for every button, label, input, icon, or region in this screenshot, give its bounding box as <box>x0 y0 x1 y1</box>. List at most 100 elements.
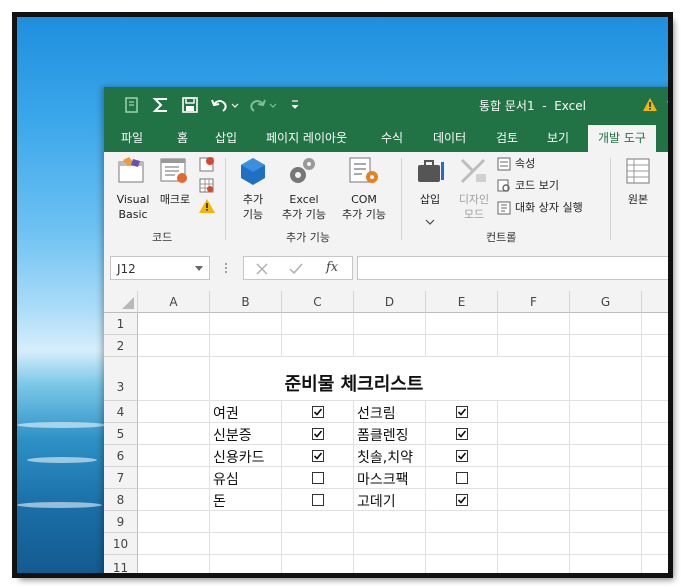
account-name: w <box>667 97 668 111</box>
macro-button[interactable]: 매크로 <box>155 192 195 207</box>
select-all-icon <box>122 297 134 309</box>
row-header[interactable]: 5 <box>104 423 138 445</box>
resize-handle-icon[interactable] <box>224 262 228 274</box>
tab-file[interactable]: 파일 <box>121 129 143 146</box>
customize-toolbar-icon[interactable] <box>290 99 300 111</box>
row-header[interactable]: 6 <box>104 445 138 467</box>
row-header[interactable]: 9 <box>104 511 138 533</box>
checkbox[interactable] <box>456 472 468 484</box>
warning-icon[interactable] <box>642 97 658 112</box>
checkbox[interactable] <box>456 450 468 462</box>
formula-bar: J12 fx <box>104 246 668 291</box>
item-cell[interactable]: 마스크팩 <box>357 469 409 489</box>
macro-icon[interactable] <box>159 156 189 184</box>
checkmark-icon <box>457 430 467 438</box>
column-header[interactable]: C <box>282 291 354 313</box>
checkbox[interactable] <box>312 406 324 418</box>
tab-insert[interactable]: 삽입 <box>215 129 237 146</box>
column-header[interactable] <box>642 291 668 313</box>
row-header[interactable]: 3 <box>104 357 138 401</box>
design-mode-icon[interactable] <box>458 156 490 186</box>
redo-icon[interactable] <box>248 96 278 114</box>
row-header[interactable]: 7 <box>104 467 138 489</box>
item-cell[interactable]: 고데기 <box>357 491 396 511</box>
view-code-icon <box>497 179 510 192</box>
item-cell[interactable]: 신용카드 <box>213 447 265 467</box>
insert-control-button[interactable]: 삽입 <box>410 192 450 207</box>
name-box-value: J12 <box>117 262 136 276</box>
sum-icon[interactable] <box>152 96 170 114</box>
wave-highlight <box>27 457 97 463</box>
checkbox[interactable] <box>312 450 324 462</box>
row-header[interactable]: 1 <box>104 313 138 335</box>
checkbox[interactable] <box>456 494 468 506</box>
column-header[interactable]: E <box>426 291 498 313</box>
enter-icon[interactable] <box>289 263 303 275</box>
item-cell[interactable]: 신분증 <box>213 425 252 445</box>
com-addins-button[interactable]: COM 추가 기능 <box>334 192 394 222</box>
item-cell[interactable]: 돈 <box>213 491 226 511</box>
xml-source-icon[interactable] <box>624 156 654 186</box>
chevron-down-icon[interactable] <box>425 219 435 225</box>
tab-developer[interactable]: 개발 도구 <box>588 125 656 152</box>
checkbox[interactable] <box>312 472 324 484</box>
row-header[interactable]: 2 <box>104 335 138 357</box>
excel-addins-icon[interactable] <box>287 156 317 186</box>
insert-function-icon[interactable]: fx <box>326 260 338 275</box>
item-cell[interactable]: 유심 <box>213 469 239 489</box>
worksheet-grid[interactable]: A B C D E F G 1 2 3 4 5 6 7 8 9 10 11 준비… <box>104 291 668 573</box>
row-header[interactable]: 4 <box>104 401 138 423</box>
run-dialog-icon <box>497 201 511 215</box>
properties-icon <box>497 157 511 171</box>
checkbox[interactable] <box>456 428 468 440</box>
relative-reference-icon[interactable] <box>198 177 216 195</box>
column-header[interactable]: G <box>570 291 642 313</box>
item-cell[interactable]: 폼클렌징 <box>357 425 409 445</box>
row-header[interactable]: 10 <box>104 533 138 555</box>
column-header[interactable]: F <box>498 291 570 313</box>
cancel-icon[interactable] <box>256 263 268 275</box>
excel-window: 통합 문서1 - Excel w 파일 홈 삽입 페이지 레이아웃 수식 데이터… <box>104 87 668 573</box>
tab-view[interactable]: 보기 <box>547 129 569 146</box>
xml-source-button[interactable]: 원본 <box>620 192 656 207</box>
item-cell[interactable]: 선크림 <box>357 403 396 423</box>
checkbox[interactable] <box>456 406 468 418</box>
wave-highlight <box>17 502 102 508</box>
tab-formulas[interactable]: 수식 <box>381 129 403 146</box>
tab-review[interactable]: 검토 <box>496 129 518 146</box>
properties-button[interactable]: 속성 <box>515 156 535 171</box>
undo-icon[interactable] <box>210 96 240 114</box>
visual-basic-button[interactable]: Visual Basic <box>115 192 151 222</box>
item-cell[interactable]: 여권 <box>213 403 239 423</box>
view-code-button[interactable]: 코드 보기 <box>515 178 559 193</box>
design-mode-button[interactable]: 디자인 모드 <box>452 192 496 222</box>
column-header[interactable]: B <box>210 291 282 313</box>
com-addins-icon[interactable] <box>348 156 380 186</box>
save-icon[interactable] <box>181 96 199 114</box>
column-header[interactable]: A <box>138 291 210 313</box>
record-macro-icon[interactable] <box>198 156 216 174</box>
name-box[interactable]: J12 <box>110 256 210 280</box>
checklist-title[interactable]: 준비물 체크리스트 <box>210 357 498 400</box>
insert-control-icon[interactable] <box>415 156 447 186</box>
tab-home[interactable]: 홈 <box>177 129 188 146</box>
formula-input[interactable] <box>357 256 668 280</box>
checkbox[interactable] <box>312 428 324 440</box>
excel-addins-button[interactable]: Excel 추가 기능 <box>274 192 334 222</box>
row-header[interactable]: 8 <box>104 489 138 511</box>
visual-basic-icon[interactable] <box>116 156 146 184</box>
autosave-icon[interactable] <box>124 97 140 113</box>
select-all-corner[interactable] <box>104 291 138 313</box>
addins-button[interactable]: 추가 기능 <box>235 192 271 222</box>
checkbox[interactable] <box>312 494 324 506</box>
column-header[interactable]: D <box>354 291 426 313</box>
run-dialog-button[interactable]: 대화 상자 실행 <box>515 200 583 215</box>
tab-page-layout[interactable]: 페이지 레이아웃 <box>266 129 347 146</box>
chevron-down-icon[interactable] <box>195 266 203 272</box>
tab-data[interactable]: 데이터 <box>433 129 466 146</box>
row-header[interactable]: 11 <box>104 555 138 573</box>
item-cell[interactable]: 칫솔,치약 <box>357 447 413 467</box>
group-separator <box>225 158 226 240</box>
macro-security-icon[interactable] <box>198 198 216 214</box>
addins-icon[interactable] <box>238 156 268 186</box>
